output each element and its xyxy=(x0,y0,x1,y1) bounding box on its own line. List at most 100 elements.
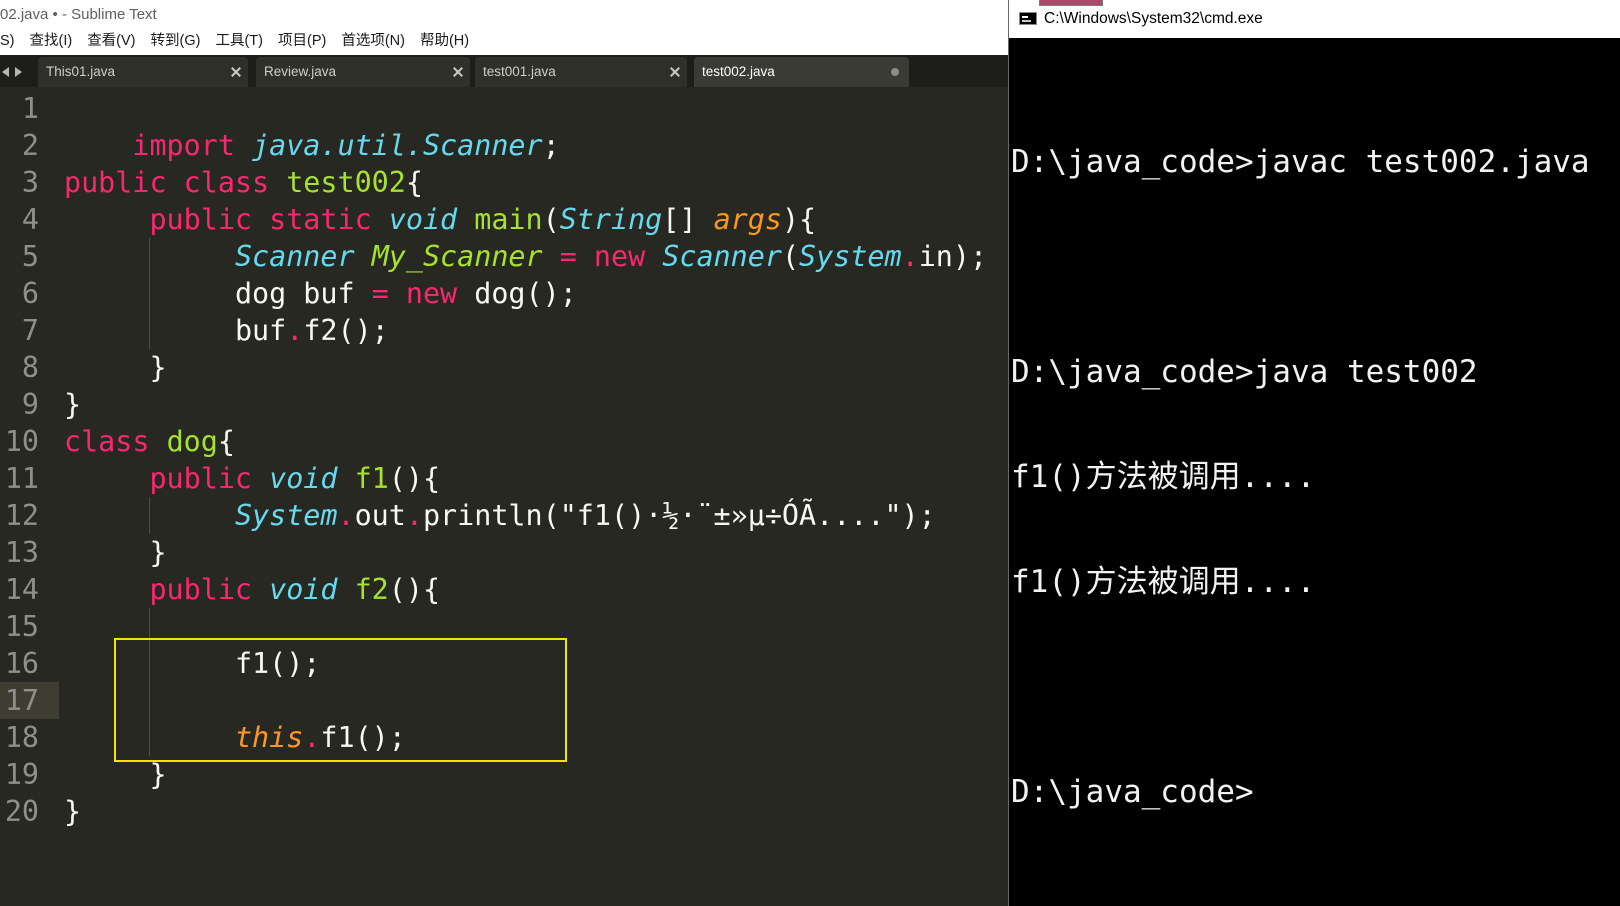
code-line[interactable]: 15 xyxy=(0,608,1008,645)
code-token: . xyxy=(303,721,321,754)
code-line[interactable]: 4 public static void main(String[] args)… xyxy=(0,201,1008,238)
code-line[interactable]: 7 buf.f2(); xyxy=(0,312,1008,349)
menu-item-view[interactable]: 查看(V) xyxy=(87,29,135,55)
code-token: (){ xyxy=(388,573,441,606)
cmd-console-output[interactable]: D:\java_code>javac test002.java D:\java_… xyxy=(1011,75,1616,880)
code-token: { xyxy=(405,166,423,199)
code-token: main xyxy=(474,203,543,236)
code-line[interactable]: 1 xyxy=(0,90,1008,127)
modified-dot-icon[interactable] xyxy=(891,68,899,76)
menu-item-selection[interactable]: S) xyxy=(0,29,15,55)
code-editor[interactable]: 12 import java.util.Scanner; 3 public clas… xyxy=(0,87,1008,906)
code-text[interactable]: dog buf = new dog(); xyxy=(64,275,577,312)
code-token: [] xyxy=(662,203,714,236)
tab-test001-java[interactable]: test001.java xyxy=(475,57,687,87)
code-token: = xyxy=(559,240,577,273)
code-text[interactable]: buf.f2(); xyxy=(64,312,389,349)
console-prompt[interactable]: D:\java_code> xyxy=(1011,775,1616,810)
code-text[interactable]: Scanner My_Scanner = new Scanner(System.… xyxy=(64,238,987,275)
chevron-right-icon[interactable] xyxy=(15,67,22,77)
code-line[interactable]: 8 } xyxy=(0,349,1008,386)
close-icon[interactable] xyxy=(231,67,241,77)
code-line[interactable]: 2 import java.util.Scanner; xyxy=(0,127,1008,164)
window-title: 02.java • - Sublime Text xyxy=(0,0,1008,29)
code-text[interactable]: System.out.println("f1()·½·¨±»µ÷ÓÃ....")… xyxy=(64,497,936,534)
code-line[interactable]: 17 xyxy=(0,682,1008,719)
line-number: 19 xyxy=(4,758,39,791)
code-text[interactable] xyxy=(64,608,235,645)
code-text[interactable]: f1(); xyxy=(64,645,320,682)
code-line[interactable]: 18 this.f1(); xyxy=(0,719,1008,756)
code-line[interactable]: 12 System.out.println("f1()·½·¨±»µ÷ÓÃ...… xyxy=(0,497,1008,534)
code-line[interactable]: 5 Scanner My_Scanner = new Scanner(Syste… xyxy=(0,238,1008,275)
code-token: } xyxy=(149,536,167,569)
code-token: test002 xyxy=(286,166,406,199)
code-text[interactable]: } xyxy=(64,386,81,423)
code-line[interactable]: 19 } xyxy=(0,756,1008,793)
cmd-window: C:\Windows\System32\cmd.exe D:\java_code… xyxy=(1008,0,1620,906)
menu-item-find[interactable]: 查找(I) xyxy=(30,29,73,55)
code-token: ( xyxy=(542,203,560,236)
code-token: f1(); xyxy=(234,647,321,680)
code-token: java.util.Scanner xyxy=(252,129,543,162)
code-token: out xyxy=(354,499,406,532)
code-line[interactable]: 3 public class test002{ xyxy=(0,164,1008,201)
code-token: f2(); xyxy=(303,314,389,347)
code-text[interactable]: public class test002{ xyxy=(64,164,423,201)
code-token: f2 xyxy=(354,573,389,606)
code-token: . xyxy=(405,499,423,532)
line-number: 9 xyxy=(21,388,39,421)
menu-item-help[interactable]: 帮助(H) xyxy=(420,29,469,55)
tab-test002-java[interactable]: test002.java xyxy=(694,57,909,87)
code-text[interactable]: } xyxy=(64,534,167,571)
menu-item-tools[interactable]: 工具(T) xyxy=(215,29,263,55)
code-line[interactable]: 16 f1(); xyxy=(0,645,1008,682)
code-text[interactable]: class dog{ xyxy=(64,423,235,460)
chevron-left-icon[interactable] xyxy=(2,67,9,77)
sublime-text-window: 02.java • - Sublime Text S) 查找(I) 查看(V) … xyxy=(0,0,1008,906)
code-text[interactable]: public void f2(){ xyxy=(64,571,440,608)
menu-item-goto[interactable]: 转到(G) xyxy=(151,29,201,55)
code-text[interactable]: this.f1(); xyxy=(64,719,406,756)
code-text[interactable]: import java.util.Scanner; xyxy=(64,127,559,164)
code-text[interactable]: public void f1(){ xyxy=(64,460,440,497)
code-text[interactable] xyxy=(64,682,235,719)
code-token: args xyxy=(713,203,782,236)
code-line[interactable]: 10 class dog{ xyxy=(0,423,1008,460)
code-lines[interactable]: 12 import java.util.Scanner; 3 public clas… xyxy=(0,90,1008,830)
close-icon[interactable] xyxy=(453,67,463,77)
tab-review-java[interactable]: Review.java xyxy=(256,57,470,87)
code-line[interactable]: 14 public void f2(){ xyxy=(0,571,1008,608)
code-text[interactable]: } xyxy=(64,756,166,793)
code-token: (){ xyxy=(388,462,441,495)
menu-item-project[interactable]: 项目(P) xyxy=(278,29,326,55)
tab-this01-java[interactable]: This01.java xyxy=(38,57,248,87)
code-line[interactable]: 20} xyxy=(0,793,1008,830)
code-line[interactable]: 11 public void f1(){ xyxy=(0,460,1008,497)
close-icon[interactable] xyxy=(670,67,680,77)
code-token: ){ xyxy=(781,203,817,236)
code-token: in); xyxy=(918,240,988,273)
line-number: 17 xyxy=(0,682,59,719)
code-text[interactable]: } xyxy=(64,793,81,830)
code-line[interactable]: 9} xyxy=(0,386,1008,423)
tab-bar: This01.java Review.java test001.java tes… xyxy=(0,55,1008,87)
code-text[interactable]: public static void main(String[] args){ xyxy=(64,201,816,238)
menu-item-preferences[interactable]: 首选项(N) xyxy=(341,29,405,55)
code-line[interactable]: 13 } xyxy=(0,534,1008,571)
code-token: dog(); xyxy=(457,277,577,310)
cmd-title-bar[interactable]: C:\Windows\System32\cmd.exe xyxy=(1009,0,1620,38)
code-line[interactable]: 6 dog buf = new dog(); xyxy=(0,275,1008,312)
code-text[interactable]: } xyxy=(64,349,166,386)
